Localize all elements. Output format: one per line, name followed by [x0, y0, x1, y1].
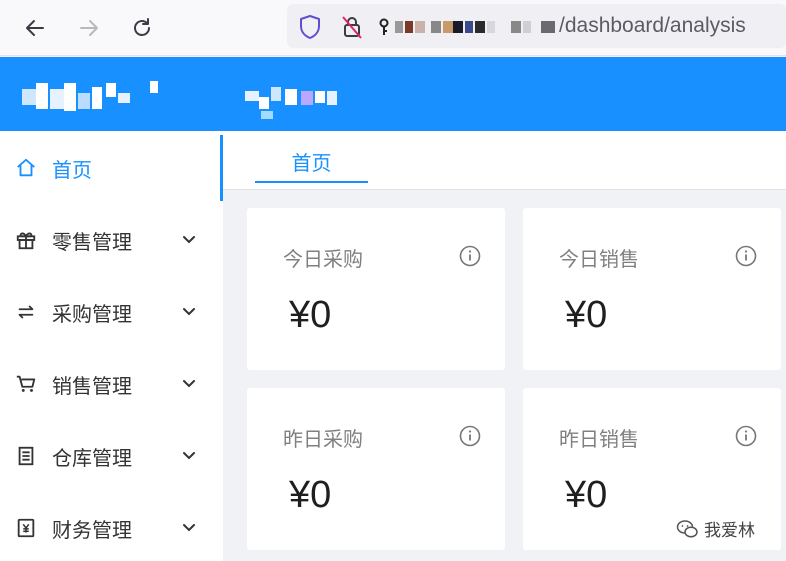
reload-button[interactable]: [127, 13, 157, 43]
card-title: 昨日销售: [559, 427, 639, 451]
card-value: ¥0: [565, 294, 608, 336]
info-icon[interactable]: [459, 245, 481, 267]
key-icon: [379, 18, 389, 35]
tab-label: 首页: [291, 151, 332, 175]
gift-icon: [16, 232, 36, 250]
card-value: ¥0: [289, 474, 332, 516]
back-button[interactable]: [20, 13, 50, 43]
cart-icon: [16, 375, 36, 392]
watermark-text: 我爱林: [704, 521, 755, 541]
tab-home[interactable]: 首页: [255, 131, 368, 183]
sidebar-item-label: 采购管理: [52, 301, 132, 326]
sidebar-item-label: 仓库管理: [52, 445, 132, 470]
stat-card-today-sales: 今日销售 ¥0: [523, 208, 781, 370]
insecure-lock-icon[interactable]: [340, 14, 364, 40]
forward-button[interactable]: [74, 13, 104, 43]
finance-icon: [17, 518, 35, 538]
card-title: 今日采购: [283, 247, 363, 271]
card-value: ¥0: [565, 474, 608, 516]
sidebar-item-label: 财务管理: [52, 517, 132, 542]
reload-icon: [134, 18, 150, 36]
sidebar-item-label: 首页: [52, 157, 92, 182]
swap-icon: [18, 305, 34, 319]
chevron-down-icon: [183, 308, 195, 316]
stat-card-yesterday-purchase: 昨日采购 ¥0: [247, 388, 505, 550]
sidebar-item-retail[interactable]: 零售管理: [0, 207, 223, 273]
sidebar-item-sales[interactable]: 销售管理: [0, 351, 223, 417]
sidebar-item-purchase[interactable]: 采购管理: [0, 279, 223, 345]
browser-toolbar: /dashboard/analysis: [0, 0, 786, 56]
arrow-right-icon: [80, 20, 98, 36]
home-icon: [17, 158, 35, 177]
shield-icon[interactable]: [298, 14, 322, 40]
warehouse-icon: [18, 446, 34, 466]
app-header: [0, 57, 786, 131]
sidebar-item-warehouse[interactable]: 仓库管理: [0, 423, 223, 489]
sidebar-item-label: 零售管理: [52, 229, 132, 254]
card-title: 昨日采购: [283, 427, 363, 451]
sidebar-item-home[interactable]: 首页: [0, 135, 223, 201]
sidebar-item-label: 销售管理: [52, 373, 132, 398]
card-title: 今日销售: [559, 247, 639, 271]
card-value: ¥0: [289, 294, 332, 336]
redacted-host: [395, 18, 560, 36]
stat-card-today-purchase: 今日采购 ¥0: [247, 208, 505, 370]
chevron-down-icon: [183, 380, 195, 388]
chevron-down-icon: [183, 452, 195, 460]
wechat-icon: [676, 519, 698, 538]
arrow-left-icon: [26, 20, 44, 36]
chevron-down-icon: [183, 524, 195, 532]
info-icon[interactable]: [459, 425, 481, 447]
info-icon[interactable]: [735, 425, 757, 447]
url-path[interactable]: /dashboard/analysis: [559, 14, 746, 38]
app-logo-redacted: [22, 79, 162, 119]
info-icon[interactable]: [735, 245, 757, 267]
user-info-redacted: [245, 87, 340, 123]
tab-bar: 首页: [223, 131, 786, 190]
watermark: 我爱林: [676, 516, 755, 541]
chevron-down-icon: [183, 236, 195, 244]
sidebar-item-finance[interactable]: 财务管理: [0, 495, 223, 561]
sidebar: 首页 零售管理 采购管理 销售管理 仓库管理 财务管理: [0, 131, 223, 561]
